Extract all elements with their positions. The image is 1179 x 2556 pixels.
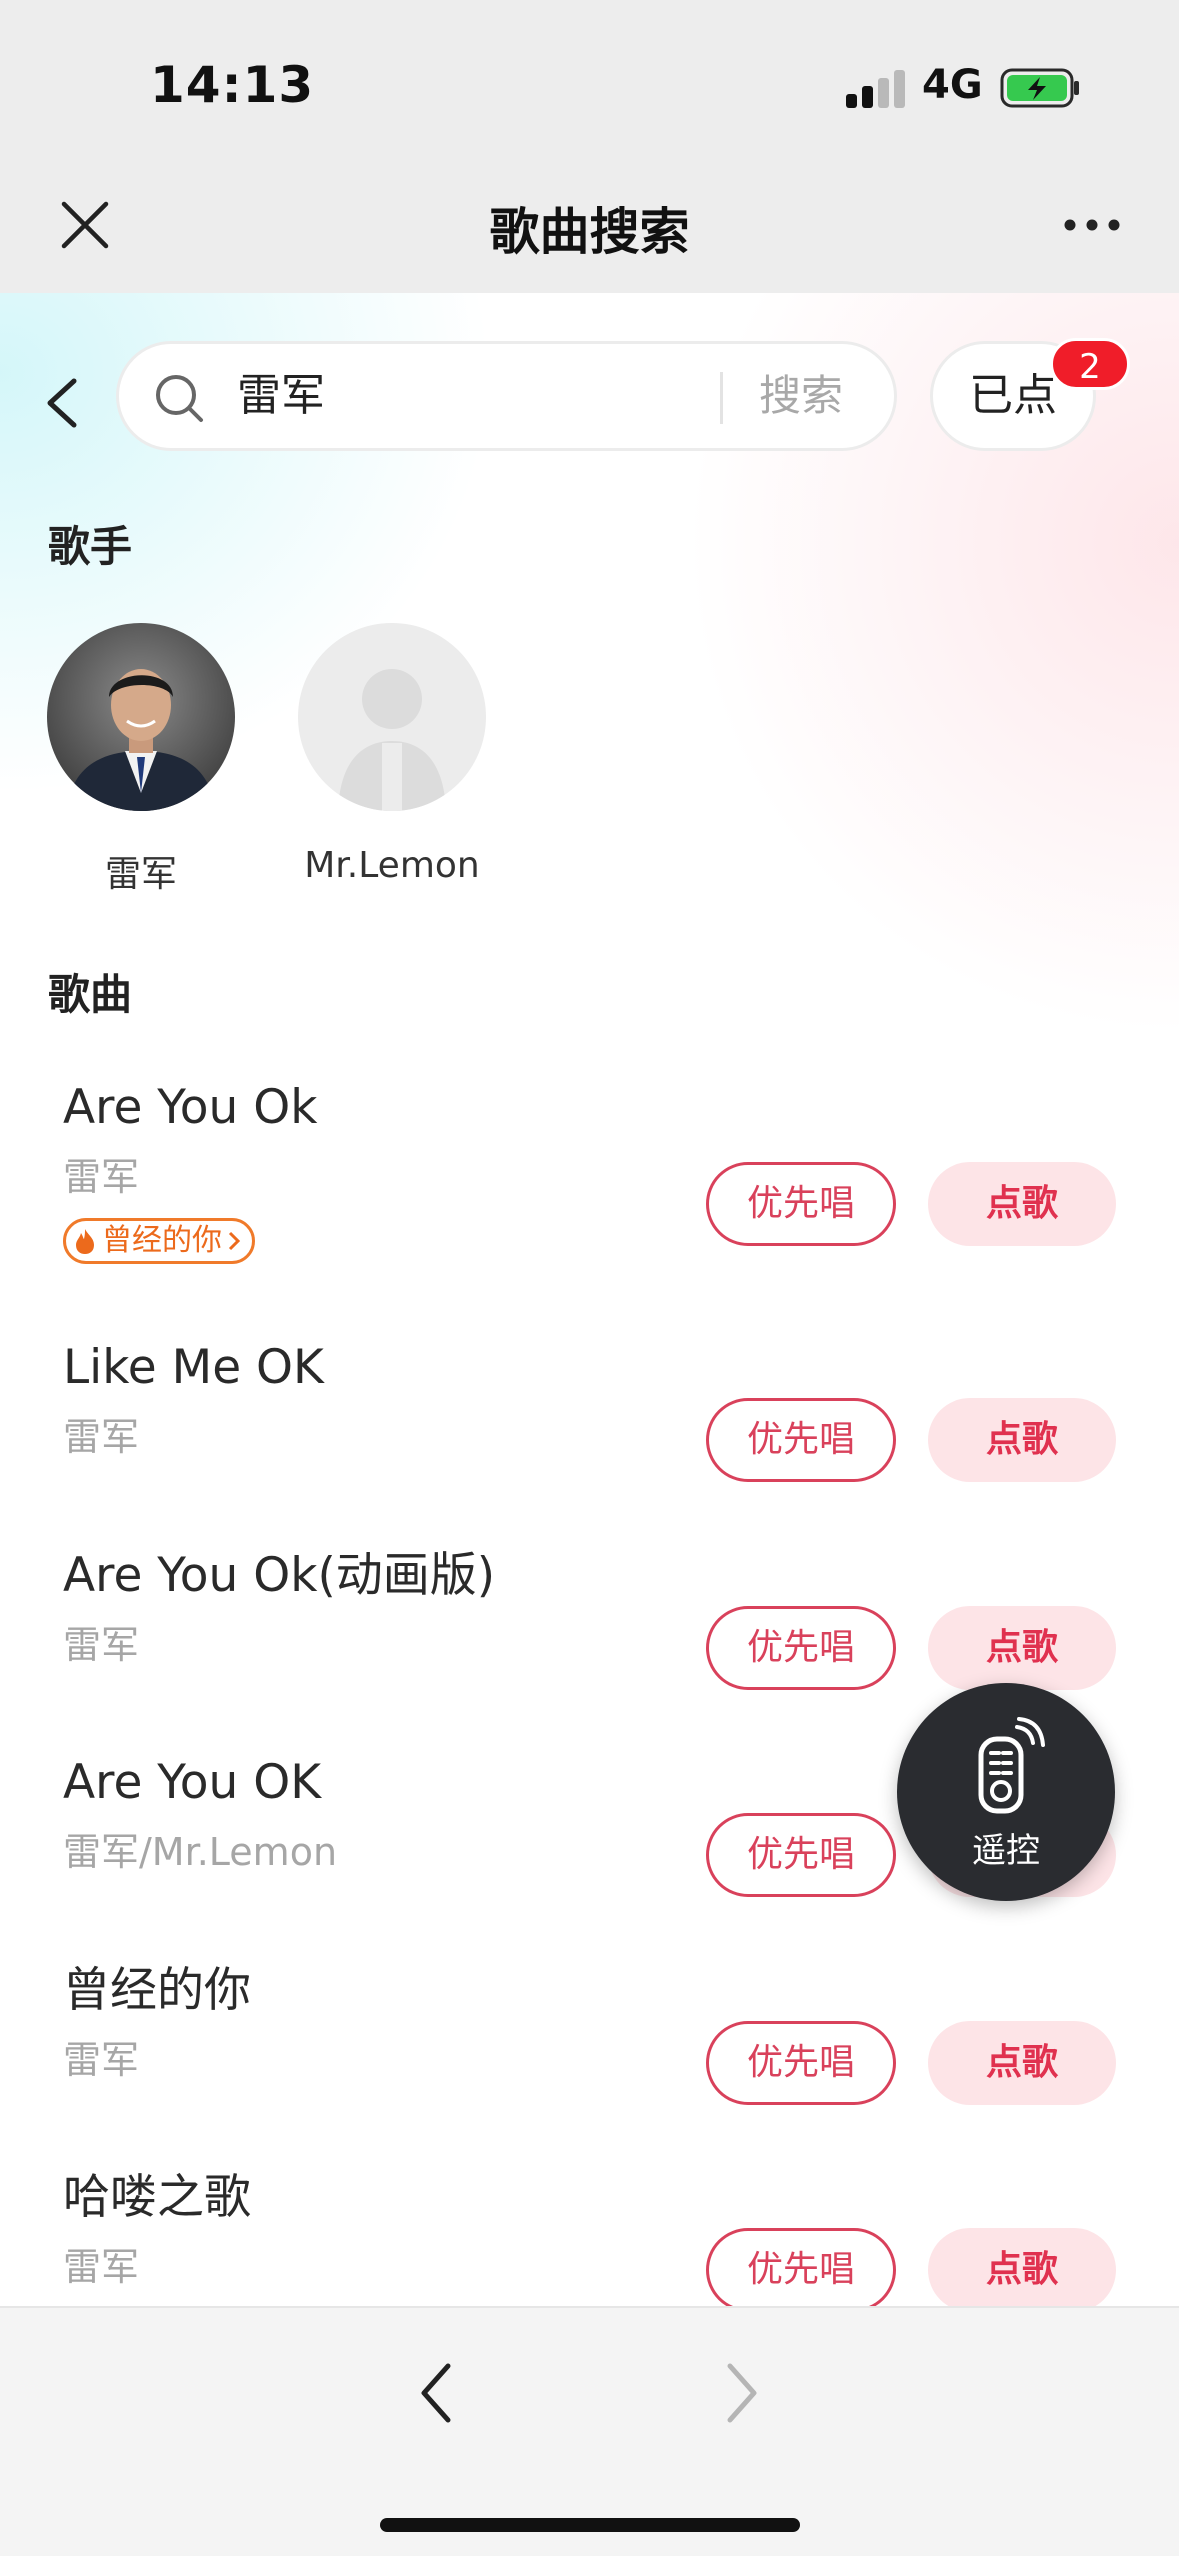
chevron-right-icon	[228, 1231, 241, 1251]
app-screen: 14:13 4G 歌曲搜索 雷军 搜索 已点 2 歌手 雷军 Mr.Lemon …	[0, 0, 1179, 2556]
search-divider	[720, 372, 723, 424]
artist-name: 雷军	[104, 854, 177, 895]
priority-sing-button[interactable]: 优先唱	[706, 1398, 896, 1482]
nav-back-icon[interactable]	[416, 2358, 456, 2428]
song-title: Are You Ok(动画版)	[63, 1548, 496, 1603]
cellular-signal-icon	[846, 70, 906, 108]
song-row[interactable]: Like Me OK 雷军 优先唱 点歌	[0, 1338, 1179, 1538]
song-title: Are You Ok	[63, 1080, 318, 1135]
order-song-button[interactable]: 点歌	[928, 1162, 1116, 1246]
search-results-content[interactable]: 雷军 搜索 已点 2 歌手 雷军 Mr.Lemon 歌曲 Are You Ok …	[0, 293, 1179, 2306]
top-bar: 14:13 4G 歌曲搜索	[0, 0, 1179, 293]
battery-charging-icon	[1000, 68, 1079, 108]
artist-avatar-placeholder	[298, 623, 486, 811]
search-bar[interactable]: 雷军 搜索	[116, 341, 897, 451]
artist-photo-icon	[47, 623, 235, 811]
artist-item-leijun[interactable]: 雷军	[41, 623, 241, 897]
song-title: Like Me OK	[63, 1340, 324, 1395]
back-arrow-icon[interactable]	[38, 373, 88, 433]
song-title: 哈喽之歌	[63, 2170, 251, 2225]
browser-bottom-bar	[0, 2306, 1179, 2556]
song-row[interactable]: 曾经的你 雷军 优先唱 点歌	[0, 1961, 1179, 2161]
song-artist: 雷军	[63, 2245, 140, 2289]
remote-control-button[interactable]: 遥控	[897, 1683, 1115, 1901]
artist-name: Mr.Lemon	[304, 845, 480, 886]
song-artist: 雷军	[63, 1623, 140, 1667]
priority-sing-button[interactable]: 优先唱	[706, 1162, 896, 1246]
artists-section-title: 歌手	[48, 522, 133, 571]
picked-count-badge: 2	[1050, 338, 1130, 390]
default-user-icon	[338, 669, 446, 811]
order-song-button[interactable]: 点歌	[928, 1606, 1116, 1690]
priority-sing-button[interactable]: 优先唱	[706, 1606, 896, 1690]
song-title: Are You OK	[63, 1755, 322, 1810]
order-song-button[interactable]: 点歌	[928, 2228, 1116, 2306]
song-row[interactable]: Are You Ok 雷军 曾经的你 优先唱 点歌	[0, 1078, 1179, 1278]
search-icon	[156, 375, 203, 422]
song-artist: 雷军	[63, 1155, 140, 1199]
priority-sing-button[interactable]: 优先唱	[706, 2021, 896, 2105]
related-song-label: 曾经的你	[102, 1223, 222, 1258]
related-song-tag[interactable]: 曾经的你	[63, 1218, 255, 1264]
song-artist: 雷军	[63, 1415, 140, 1459]
priority-sing-button[interactable]: 优先唱	[706, 2228, 896, 2306]
song-row[interactable]: 哈喽之歌 雷军 优先唱 点歌	[0, 2168, 1179, 2306]
network-type: 4G	[922, 62, 983, 108]
song-title: 曾经的你	[63, 1963, 251, 2018]
more-options-icon[interactable]	[1062, 210, 1122, 240]
artist-item-mrlemon[interactable]: Mr.Lemon	[292, 623, 492, 886]
search-submit-button[interactable]: 搜索	[759, 366, 843, 426]
home-indicator[interactable]	[380, 2518, 800, 2532]
fire-icon	[76, 1229, 94, 1254]
song-artist: 雷军	[63, 2038, 140, 2082]
status-time: 14:13	[150, 56, 315, 114]
page-title: 歌曲搜索	[489, 203, 690, 261]
song-artist: 雷军/Mr.Lemon	[63, 1830, 338, 1874]
artist-avatar	[47, 623, 235, 811]
remote-control-label: 遥控	[972, 1831, 1040, 1871]
nav-forward-icon[interactable]	[722, 2358, 762, 2428]
priority-sing-button[interactable]: 优先唱	[706, 1813, 896, 1897]
search-input[interactable]: 雷军	[237, 366, 325, 426]
order-song-button[interactable]: 点歌	[928, 2021, 1116, 2105]
remote-control-icon	[978, 1717, 1045, 1814]
songs-section-title: 歌曲	[48, 970, 133, 1019]
order-song-button[interactable]: 点歌	[928, 1398, 1116, 1482]
